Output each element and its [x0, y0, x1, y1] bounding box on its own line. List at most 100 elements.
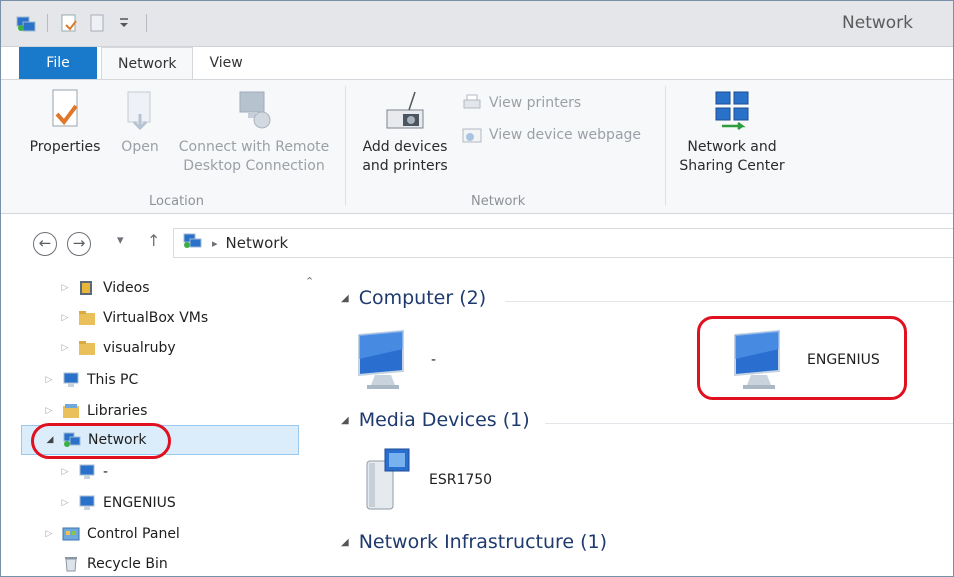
ribbon-tabs: File Network View	[1, 47, 953, 79]
customize-qat-icon[interactable]	[114, 13, 136, 33]
view-printers-label: View printers	[489, 95, 582, 111]
breadcrumb-separator[interactable]: ▸	[212, 237, 218, 250]
tree-item-label: -	[103, 464, 109, 480]
network-sharing-center-button[interactable]: Network and Sharing Center	[669, 88, 795, 176]
media-device-icon	[359, 447, 415, 513]
network-icon[interactable]	[15, 13, 37, 33]
computer-item-dash[interactable]: -	[353, 327, 436, 393]
properties-button[interactable]: Properties	[23, 88, 107, 157]
add-devices-icon	[385, 88, 425, 132]
explorer-window: Network File Network View Properties Ope…	[0, 0, 954, 577]
ribbon: Properties Open Connect with Remote Desk…	[1, 79, 953, 214]
properties-label: Properties	[29, 139, 101, 155]
remote-desktop-button[interactable]: Connect with Remote Desktop Connection	[173, 88, 335, 176]
control-panel-icon	[61, 525, 81, 543]
back-button[interactable]: ←	[33, 232, 57, 256]
network-group-label: Network	[471, 194, 526, 209]
tree-item-label: visualruby	[103, 340, 176, 356]
network-sharing-label-1: Network and	[687, 139, 777, 155]
title-bar: Network	[1, 1, 953, 47]
folder-icon	[77, 309, 97, 327]
expand-arrow-icon[interactable]: ▷	[43, 375, 55, 385]
group-divider	[665, 86, 666, 206]
remote-desktop-label-2: Desktop Connection	[183, 158, 325, 174]
add-devices-button[interactable]: Add devices and printers	[353, 88, 457, 176]
chevron-down-icon: ▾	[117, 233, 124, 248]
recent-locations-button[interactable]: ▾	[117, 233, 124, 248]
group-header-computer[interactable]: ◢ Computer (2)	[341, 287, 486, 309]
expand-arrow-icon[interactable]: ▷	[59, 283, 71, 293]
remote-desktop-icon	[234, 88, 274, 132]
tree-item-this-pc[interactable]: ▷ This PC	[43, 365, 139, 395]
qat-divider	[146, 14, 147, 32]
tree-item-dash-computer[interactable]: ▷ -	[59, 457, 109, 487]
view-device-webpage-button[interactable]: View device webpage	[461, 126, 641, 144]
tab-file[interactable]: File	[19, 47, 97, 79]
tree-item-recycle-bin[interactable]: Recycle Bin	[61, 549, 168, 576]
group-divider	[345, 86, 346, 206]
tree-item-label: Recycle Bin	[87, 556, 168, 572]
properties-icon	[45, 88, 85, 132]
quick-access-toolbar	[15, 13, 151, 33]
window-title: Network	[842, 13, 913, 33]
computer-icon	[353, 327, 417, 393]
back-arrow-icon: ←	[38, 234, 52, 252]
view-printers-button[interactable]: View printers	[461, 94, 581, 112]
expand-arrow-icon[interactable]: ▷	[43, 406, 55, 416]
libraries-icon	[61, 402, 81, 420]
network-highlight-oval	[31, 423, 171, 459]
tree-item-videos[interactable]: ▷ Videos	[59, 273, 150, 303]
tree-item-label: VirtualBox VMs	[103, 310, 209, 326]
group-title: Network Infrastructure (1)	[358, 531, 608, 553]
up-button[interactable]: ↑	[147, 231, 160, 250]
tree-item-label: Libraries	[87, 403, 148, 419]
tree-item-visualruby[interactable]: ▷ visualruby	[59, 333, 176, 363]
tree-item-engenius[interactable]: ▷ ENGENIUS	[59, 488, 176, 518]
expand-arrow-icon[interactable]: ▷	[59, 313, 71, 323]
network-sharing-icon	[712, 88, 752, 132]
tab-view[interactable]: View	[193, 47, 258, 79]
view-device-webpage-label: View device webpage	[489, 127, 642, 143]
group-header-media-devices[interactable]: ◢ Media Devices (1)	[341, 409, 530, 431]
engenius-highlight-oval	[697, 316, 907, 400]
tree-item-libraries[interactable]: ▷ Libraries	[43, 396, 148, 426]
collapse-triangle-icon[interactable]: ◢	[341, 415, 349, 426]
computer-icon	[77, 494, 97, 512]
add-devices-label-1: Add devices	[362, 139, 448, 155]
expand-arrow-icon[interactable]: ▷	[59, 498, 71, 508]
tree-item-label: Control Panel	[87, 526, 180, 542]
tree-item-label: ENGENIUS	[103, 495, 176, 511]
properties-icon[interactable]	[58, 13, 80, 33]
qat-divider	[47, 14, 48, 32]
group-divider-line	[545, 423, 953, 424]
breadcrumb-network[interactable]: Network	[226, 234, 289, 252]
add-devices-label-2: and printers	[362, 158, 448, 174]
group-header-network-infrastructure[interactable]: ◢ Network Infrastructure (1)	[341, 531, 607, 553]
forward-button[interactable]: →	[67, 232, 91, 256]
up-arrow-icon: ↑	[147, 231, 161, 250]
printer-icon	[461, 94, 483, 112]
open-button[interactable]: Open	[115, 88, 165, 157]
expand-arrow-icon[interactable]: ▷	[59, 467, 71, 477]
network-sharing-label-2: Sharing Center	[679, 158, 785, 174]
address-row: ← → ▾ ↑ ▸ Network	[1, 215, 953, 271]
tab-network[interactable]: Network	[101, 47, 194, 79]
expand-arrow-icon[interactable]: ▷	[59, 343, 71, 353]
media-device-name: ESR1750	[429, 472, 493, 488]
webpage-icon	[461, 126, 483, 144]
address-bar[interactable]: ▸ Network	[173, 228, 953, 258]
tree-item-virtualbox-vms[interactable]: ▷ VirtualBox VMs	[59, 303, 209, 333]
collapse-triangle-icon[interactable]: ◢	[341, 537, 349, 548]
media-item-esr1750[interactable]: ESR1750	[359, 447, 492, 513]
computer-icon	[77, 463, 97, 481]
computer-icon	[61, 371, 81, 389]
network-icon	[182, 232, 204, 254]
new-folder-icon[interactable]	[86, 13, 108, 33]
expand-arrow-icon[interactable]: ▷	[43, 529, 55, 539]
tree-item-label: This PC	[87, 372, 139, 388]
tree-item-control-panel[interactable]: ▷ Control Panel	[43, 519, 180, 549]
folder-icon	[77, 339, 97, 357]
collapse-triangle-icon[interactable]: ◢	[341, 293, 349, 304]
forward-arrow-icon: →	[72, 234, 86, 252]
scroll-up-icon[interactable]: ⌃	[305, 275, 314, 288]
